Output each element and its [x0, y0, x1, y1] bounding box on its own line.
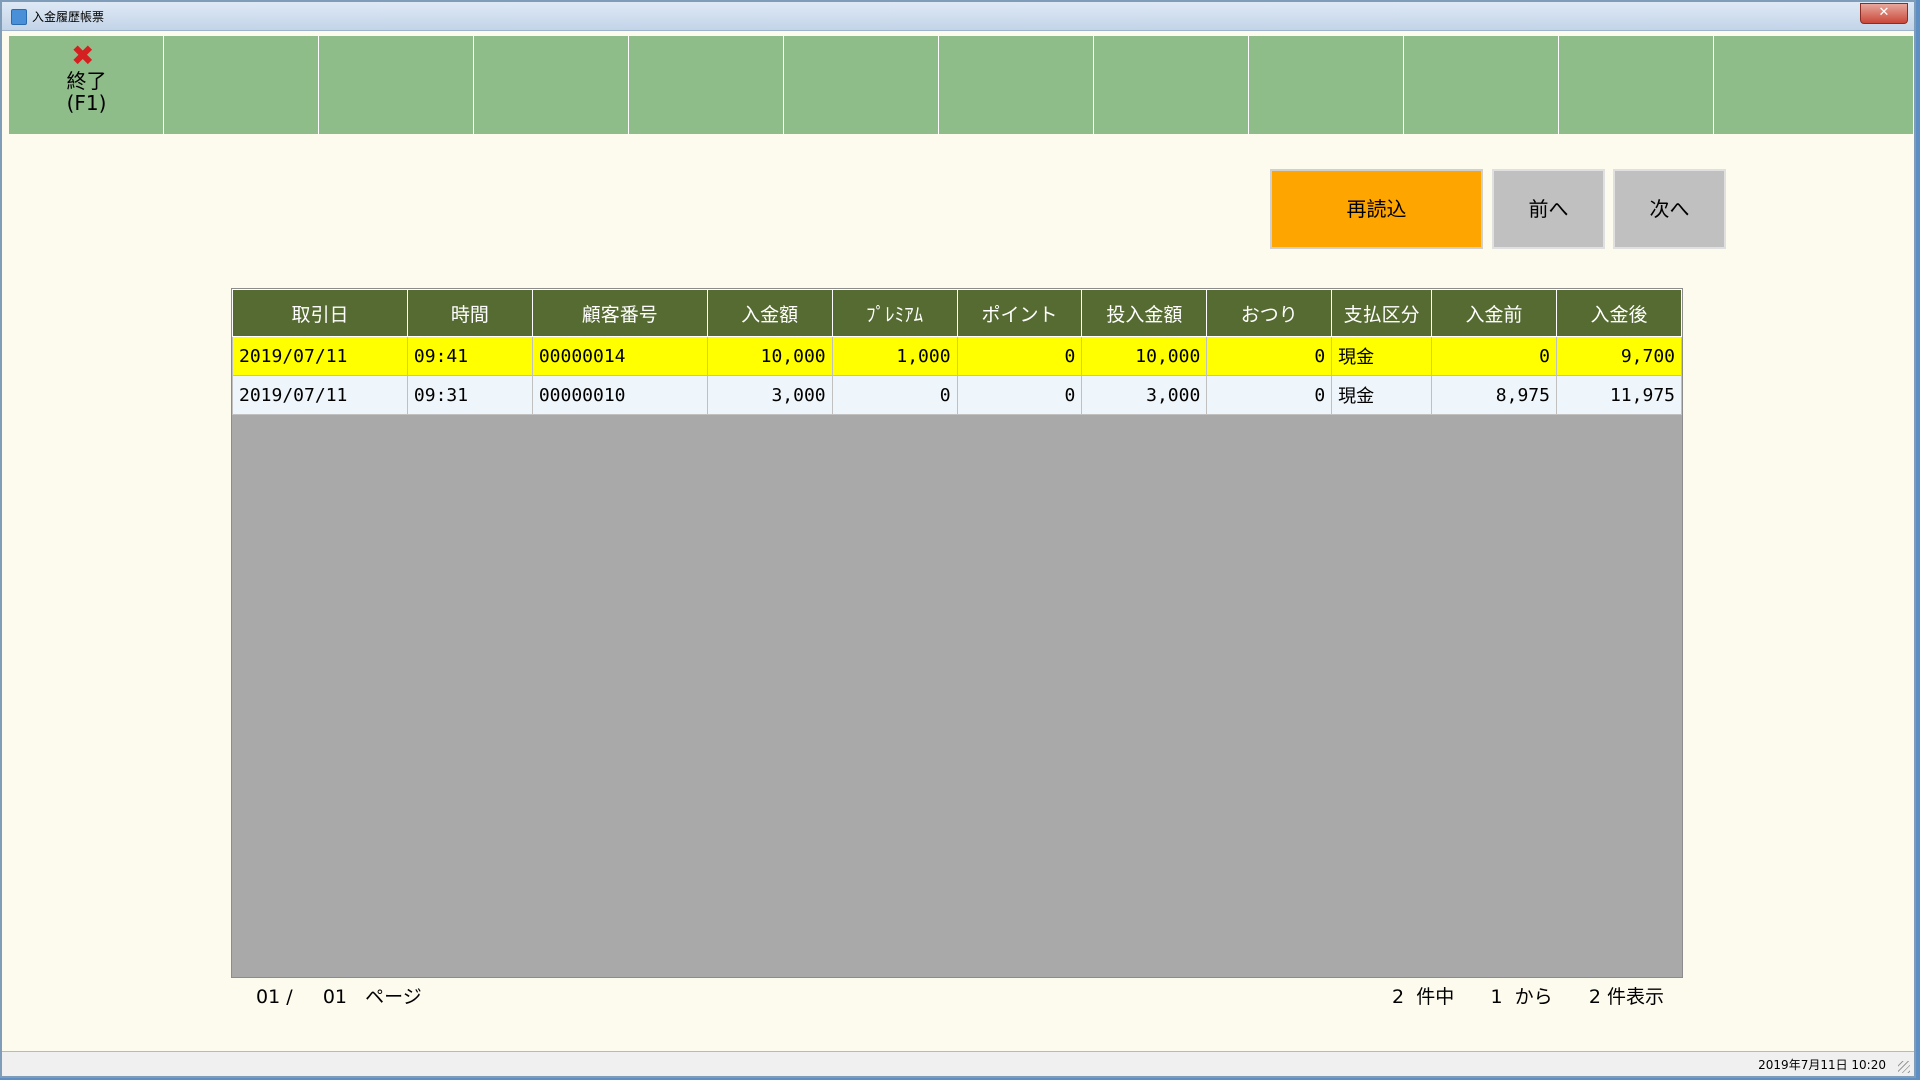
cell-payment: 現金 [1331, 375, 1433, 415]
cell-points: 0 [956, 336, 1083, 376]
cell-deposit: 3,000 [706, 375, 833, 415]
resize-grip-icon[interactable] [1898, 1061, 1910, 1073]
cell-inserted: 10,000 [1081, 336, 1208, 376]
col-header-change[interactable]: おつり [1206, 289, 1333, 337]
col-header-deposit[interactable]: 入金額 [706, 289, 833, 337]
page-indicator: 01 / 01 ページ [256, 982, 422, 1009]
cell-date: 2019/07/11 [232, 336, 408, 376]
cell-inserted: 3,000 [1081, 375, 1208, 415]
page-separator: / [286, 986, 293, 1008]
col-header-time[interactable]: 時間 [406, 289, 533, 337]
cell-change: 0 [1206, 375, 1333, 415]
function-key-slot[interactable] [164, 36, 319, 134]
cell-before: 8,975 [1431, 375, 1557, 415]
table-row[interactable]: 2019/07/11 09:31 00000010 3,000 0 0 3,00… [232, 375, 1683, 415]
function-key-slot[interactable] [629, 36, 784, 134]
page-total: 01 [322, 986, 348, 1008]
main-window: 入金履歴帳票 ✕ ✖ 終了 (F1) 再読込 前へ 次へ 取引日 時間 顧客番号… [0, 0, 1916, 1078]
cell-customer: 00000014 [531, 336, 708, 376]
function-key-toolbar: ✖ 終了 (F1) [9, 36, 1913, 134]
col-header-after[interactable]: 入金後 [1555, 289, 1683, 337]
window-close-button[interactable]: ✕ [1860, 3, 1908, 24]
col-header-payment[interactable]: 支払区分 [1331, 289, 1433, 337]
cell-after: 11,975 [1555, 375, 1683, 415]
deposit-history-table: 取引日 時間 顧客番号 入金額 ﾌﾟﾚﾐｱﾑ ポイント 投入金額 おつり 支払区… [232, 289, 1683, 415]
function-key-slot[interactable] [319, 36, 474, 134]
cell-change: 0 [1206, 336, 1333, 376]
function-key-slot[interactable] [1094, 36, 1249, 134]
app-icon [11, 9, 27, 25]
exit-label-line2: (F1) [66, 91, 107, 115]
exit-f1-button[interactable]: ✖ 終了 (F1) [9, 36, 164, 134]
cell-customer: 00000010 [531, 375, 708, 415]
cell-premium: 0 [831, 375, 958, 415]
shown-label: 件表示 [1607, 986, 1665, 1008]
close-x-icon: ✖ [71, 39, 95, 72]
deposit-history-grid[interactable]: 取引日 時間 顧客番号 入金額 ﾌﾟﾚﾐｱﾑ ポイント 投入金額 おつり 支払区… [231, 288, 1683, 978]
cell-time: 09:41 [406, 336, 533, 376]
col-header-customer[interactable]: 顧客番号 [531, 289, 708, 337]
function-key-slot[interactable] [474, 36, 629, 134]
cell-after: 9,700 [1555, 336, 1683, 376]
exit-label-line1: 終了 [66, 69, 107, 93]
table-header-row: 取引日 時間 顧客番号 入金額 ﾌﾟﾚﾐｱﾑ ポイント 投入金額 おつり 支払区… [232, 289, 1683, 337]
function-key-slot[interactable] [1404, 36, 1559, 134]
function-key-slot[interactable] [939, 36, 1094, 134]
function-key-slot[interactable] [1714, 36, 1913, 134]
function-key-slot[interactable] [784, 36, 939, 134]
total-count: 2 [1392, 986, 1405, 1008]
next-page-button[interactable]: 次へ [1613, 169, 1726, 249]
cell-deposit: 10,000 [706, 336, 833, 376]
cell-points: 0 [956, 375, 1083, 415]
function-key-slot[interactable] [1559, 36, 1714, 134]
function-key-slot[interactable] [1249, 36, 1404, 134]
col-header-premium[interactable]: ﾌﾟﾚﾐｱﾑ [831, 289, 958, 337]
prev-page-button[interactable]: 前へ [1492, 169, 1605, 249]
status-datetime: 2019年7月11日 10:20 [1758, 1058, 1886, 1072]
record-count: 2 件中 1 から 2 件表示 [1392, 982, 1664, 1009]
cell-time: 09:31 [406, 375, 533, 415]
exit-f1-label: 終了 (F1) [9, 70, 164, 114]
cell-before: 0 [1431, 336, 1557, 376]
status-bar: 2019年7月11日 10:20 [2, 1051, 1914, 1076]
page-label: ページ [365, 986, 422, 1008]
cell-premium: 1,000 [831, 336, 958, 376]
reload-button[interactable]: 再読込 [1270, 169, 1483, 249]
from-label: から [1514, 986, 1553, 1008]
col-header-inserted[interactable]: 投入金額 [1081, 289, 1208, 337]
from-index: 1 [1490, 986, 1503, 1008]
col-header-before[interactable]: 入金前 [1431, 289, 1557, 337]
total-label: 件中 [1416, 986, 1455, 1008]
window-title: 入金履歴帳票 [32, 10, 105, 24]
cell-payment: 現金 [1331, 336, 1433, 376]
col-header-date[interactable]: 取引日 [232, 289, 408, 337]
table-row-selected[interactable]: 2019/07/11 09:41 00000014 10,000 1,000 0… [232, 336, 1683, 376]
cell-date: 2019/07/11 [232, 375, 408, 415]
title-bar[interactable]: 入金履歴帳票 ✕ [2, 2, 1914, 31]
col-header-points[interactable]: ポイント [956, 289, 1083, 337]
page-current: 01 [256, 986, 281, 1008]
shown-count: 2 [1588, 986, 1601, 1008]
